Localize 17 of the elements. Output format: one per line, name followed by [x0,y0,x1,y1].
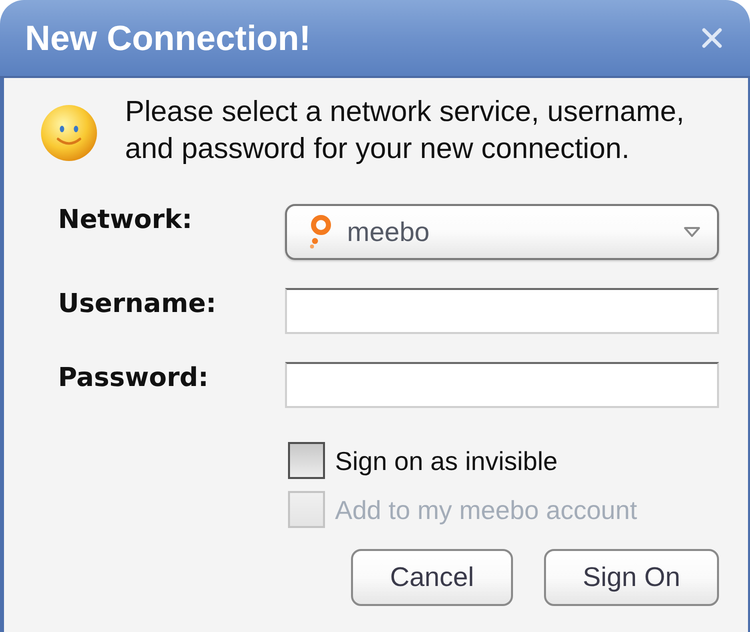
cancel-button[interactable]: Cancel [351,549,513,606]
network-dropdown[interactable]: meebo [285,204,719,260]
smiley-icon [40,104,98,162]
username-field[interactable] [285,288,719,334]
checkbox[interactable] [288,442,325,479]
meebo-logo-icon [309,215,333,249]
field-label: Username: [58,288,218,320]
close-icon[interactable] [702,28,722,48]
password-field[interactable] [285,362,719,408]
checkbox-label: Add to my meebo account [335,496,638,522]
checkbox-label: Sign on as invisible [335,448,558,474]
window-title: New Connection! [25,20,311,56]
sign-on-button[interactable]: Sign On [544,549,719,606]
caret-icon [683,226,701,238]
field-label: Password: [58,362,210,394]
instruction-text: Please select a network service, username, and password for your new connection. [125,95,686,167]
field-label: Network: [58,204,194,236]
